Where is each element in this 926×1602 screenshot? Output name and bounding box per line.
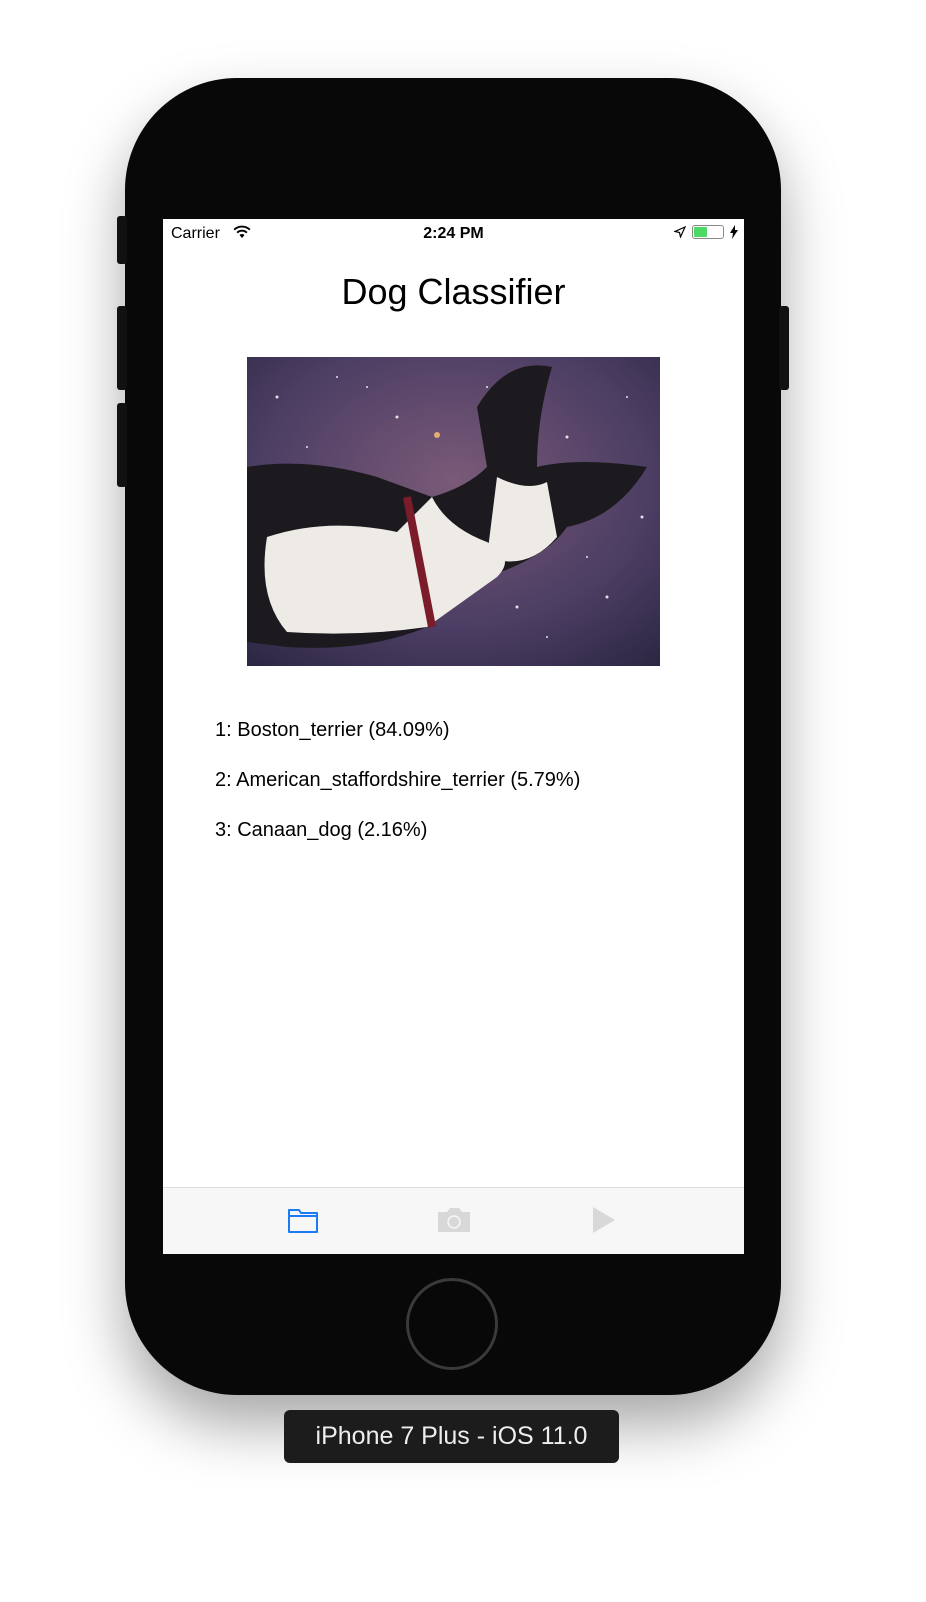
clock: 2:24 PM (423, 225, 484, 242)
charging-icon (730, 225, 738, 239)
camera-icon[interactable] (436, 1206, 472, 1234)
home-button[interactable] (406, 1278, 498, 1370)
tab-bar (163, 1187, 744, 1254)
location-icon (674, 226, 686, 238)
dog-photo (247, 357, 660, 666)
status-bar: Carrier 2:24 PM (163, 219, 744, 249)
device-label: iPhone 7 Plus - iOS 11.0 (284, 1410, 619, 1463)
power-button (779, 306, 789, 390)
folder-icon[interactable] (287, 1206, 319, 1234)
result-item: 1: Boston_terrier (84.09%) (215, 719, 450, 741)
result-item: 3: Canaan_dog (2.16%) (215, 819, 428, 841)
mute-switch (117, 216, 127, 264)
volume-down-button (117, 403, 127, 487)
play-icon[interactable] (591, 1206, 617, 1234)
result-item: 2: American_staffordshire_terrier (5.79%… (215, 769, 581, 791)
screen: Carrier 2:24 PM Dog Classifier 1: Boston… (163, 219, 744, 1254)
battery-icon (692, 225, 724, 239)
page-title: Dog Classifier (341, 271, 566, 312)
results-list: 1: Boston_terrier (84.09%) 2: American_s… (215, 719, 580, 869)
volume-up-button (117, 306, 127, 390)
